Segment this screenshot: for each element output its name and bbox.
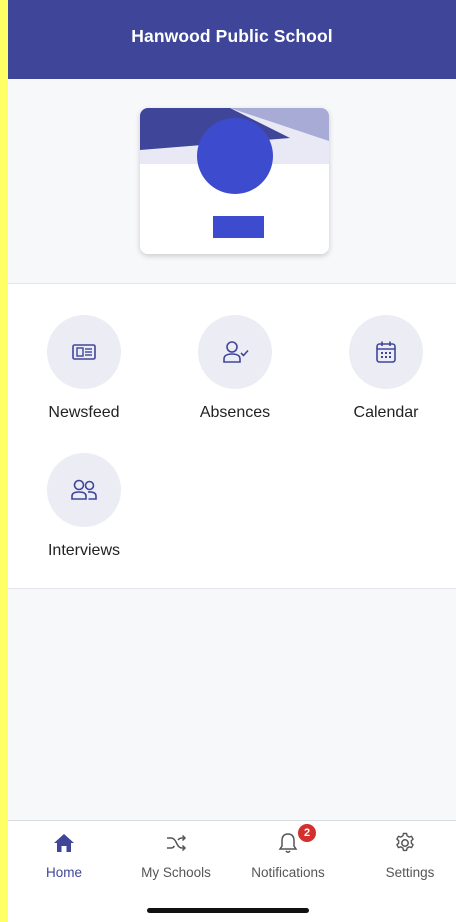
bell-icon	[278, 833, 298, 853]
calendar-icon	[376, 341, 396, 363]
tile-label: Interviews	[47, 542, 121, 559]
tile-newsfeed[interactable]: Newsfeed	[29, 315, 139, 422]
tile-label: Calendar	[353, 404, 419, 421]
home-indicator	[147, 908, 309, 913]
tile-circle	[349, 315, 423, 389]
school-logo-graphic	[140, 108, 329, 254]
tab-notifications[interactable]: 2 Notifications	[232, 821, 344, 901]
app-screen: Hanwood Public School Newsfeed Absences …	[8, 0, 456, 922]
notification-count-badge: 2	[298, 824, 316, 842]
tab-settings[interactable]: Settings	[344, 821, 456, 901]
tab-label: Settings	[385, 865, 435, 880]
school-logo	[140, 108, 329, 254]
school-logo-section	[8, 79, 456, 284]
person-check-icon	[223, 341, 249, 363]
tile-circle	[198, 315, 272, 389]
tile-calendar[interactable]: Calendar	[331, 315, 441, 422]
people-icon	[71, 479, 97, 500]
tile-interviews[interactable]: Interviews	[29, 453, 139, 560]
tile-absences[interactable]: Absences	[180, 315, 290, 422]
tab-label: Home	[45, 865, 82, 880]
content-background	[8, 589, 456, 820]
home-icon	[54, 834, 74, 852]
gear-icon	[396, 832, 414, 852]
tile-label: Absences	[199, 404, 271, 421]
tab-bar: Home My Schools 2 Notifications Settings	[8, 820, 456, 922]
shuffle-icon	[167, 834, 187, 852]
tab-label: My Schools	[141, 865, 211, 880]
tab-my-schools[interactable]: My Schools	[120, 821, 232, 901]
tab-label: Notifications	[251, 865, 325, 880]
app-header: Hanwood Public School	[8, 0, 456, 79]
tile-circle	[47, 315, 121, 389]
page-title: Hanwood Public School	[131, 26, 333, 46]
tile-circle	[47, 453, 121, 527]
newspaper-icon	[72, 344, 96, 360]
tab-home[interactable]: Home	[8, 821, 120, 901]
tile-label: Newsfeed	[48, 404, 120, 421]
feature-grid: Newsfeed Absences Calendar Interviews	[8, 284, 456, 589]
